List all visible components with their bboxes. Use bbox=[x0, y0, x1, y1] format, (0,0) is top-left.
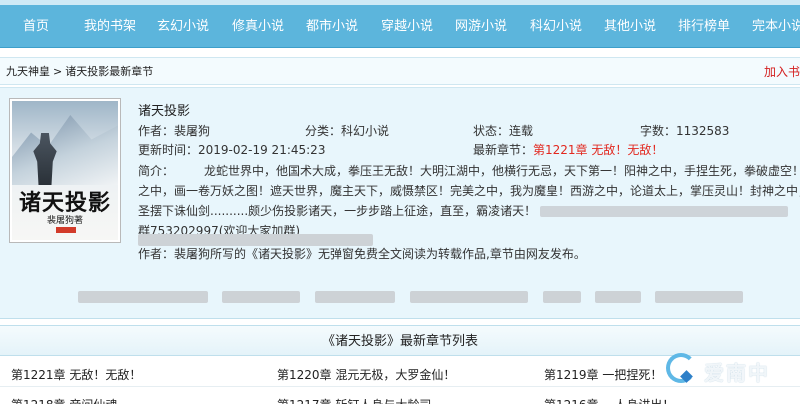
latest-chapter-label: 最新章节： bbox=[473, 143, 534, 157]
intro-text: 圣摆下诛仙剑..........颇少伤投影诸天，一步步踏上征途，直至，霸凌诸天！ bbox=[138, 204, 537, 218]
breadcrumb-current: 诸天投影最新章节 bbox=[65, 65, 154, 78]
blurred-line bbox=[138, 234, 373, 246]
nav-qita[interactable]: 其他小说 bbox=[600, 5, 660, 48]
nav-dushi[interactable]: 都市小说 bbox=[302, 5, 362, 48]
cover-art: 诸天投影 裴屠狗著 bbox=[12, 101, 118, 240]
nav-home[interactable]: 首页 bbox=[10, 5, 62, 48]
intro-label: 简介： bbox=[138, 164, 175, 178]
watermark-ring-icon bbox=[666, 353, 696, 383]
nav-bookshelf[interactable]: 我的书架 bbox=[80, 5, 140, 48]
latest-chapter-row: 最新章节：第1221章 无敌！无敌！ bbox=[473, 141, 663, 158]
disclaimer-line: 作者：裴屠狗所写的《诸天投影》无弹窗免费全文阅读为转载作品,章节由网友发布。 bbox=[138, 244, 800, 264]
book-category: 分类：科幻小说 bbox=[305, 124, 390, 138]
book-author: 作者：裴屠狗 bbox=[138, 124, 211, 138]
blurred-link bbox=[222, 291, 300, 303]
intro-text: 之中，画一卷万妖之图！遮天世界，魔主天下，威慑禁区！完美之中，我为魔皇！西游之中… bbox=[138, 184, 800, 198]
cover-mountain-image bbox=[12, 115, 118, 185]
publisher-stamp bbox=[56, 227, 76, 233]
intro-line: 圣摆下诛仙剑..........颇少伤投影诸天，一步步踏上征途，直至，霸凌诸天！ bbox=[138, 201, 800, 221]
blurred-link bbox=[410, 291, 528, 303]
book-intro: 简介： 龙蛇世界中，他国术大成，拳压王无敌！大明江湖中，他横行无忌，天下第一！阳神… bbox=[138, 161, 800, 264]
nav-xuanhuan[interactable]: 玄幻小说 bbox=[153, 5, 213, 48]
chapter-link[interactable]: 第1217章 斩钉人身与大龄司 bbox=[277, 396, 431, 404]
book-title: 诸天投影 bbox=[138, 104, 191, 119]
breadcrumb-separator: > bbox=[53, 65, 63, 78]
chapter-link[interactable]: 第1216章 一人身讲出！ bbox=[544, 396, 674, 404]
book-updated: 更新时间：2019-02-19 21:45:23 bbox=[138, 143, 326, 157]
latest-chapter-link[interactable]: 第1221章 无敌！无敌！ bbox=[533, 143, 663, 157]
breadcrumb: 九天神皇 > 诸天投影最新章节 bbox=[6, 58, 153, 86]
book-word-count: 字数：1132583 bbox=[640, 124, 730, 138]
book-disclaimer: 作者：裴屠狗所写的《诸天投影》无弹窗免费全文阅读为转载作品,章节由网友发布。 bbox=[138, 247, 586, 261]
nav-ranking[interactable]: 排行榜单 bbox=[674, 5, 734, 48]
nav-wangyou[interactable]: 网游小说 bbox=[451, 5, 511, 48]
chapter-link[interactable]: 第1221章 无敌！无敌！ bbox=[11, 366, 141, 383]
watermark-logo: 爱南中 bbox=[666, 351, 796, 391]
book-cover[interactable]: 诸天投影 裴屠狗著 bbox=[9, 98, 121, 243]
add-to-shelf-link[interactable]: 加入书 bbox=[764, 58, 800, 86]
intro-line: 之中，画一卷万妖之图！遮天世界，魔主天下，威慑禁区！完美之中，我为魔皇！西游之中… bbox=[138, 181, 800, 201]
watermark-text: 爱南中 bbox=[704, 361, 770, 385]
blurred-link bbox=[595, 291, 641, 303]
breadcrumb-bar: 九天神皇 > 诸天投影最新章节 加入书 bbox=[0, 57, 800, 85]
blurred-link bbox=[315, 291, 395, 303]
main-nav: 首页 我的书架 玄幻小说 修真小说 都市小说 穿越小说 网游小说 科幻小说 其他… bbox=[0, 5, 800, 48]
book-status: 状态：连载 bbox=[473, 124, 534, 138]
chapter-link[interactable]: 第1218章 帝问仙魂 bbox=[11, 396, 117, 404]
blurred-link bbox=[543, 291, 581, 303]
breadcrumb-site-link[interactable]: 九天神皇 bbox=[6, 65, 50, 78]
blurred-link bbox=[78, 291, 208, 303]
blurred-text bbox=[539, 206, 788, 217]
cover-author: 裴屠狗著 bbox=[46, 216, 83, 226]
nav-chuanyue[interactable]: 穿越小说 bbox=[377, 5, 437, 48]
nav-kehuan[interactable]: 科幻小说 bbox=[526, 5, 586, 48]
nav-xiuzhen[interactable]: 修真小说 bbox=[228, 5, 288, 48]
chapter-link[interactable]: 第1220章 混元无极，大罗金仙！ bbox=[277, 366, 455, 383]
nav-wanben[interactable]: 完本小说 bbox=[748, 5, 800, 48]
chapter-link[interactable]: 第1219章 一把捏死！ bbox=[544, 366, 662, 383]
intro-line: 简介： 龙蛇世界中，他国术大成，拳压王无敌！大明江湖中，他横行无忌，天下第一！阳神… bbox=[138, 161, 800, 181]
blurred-link bbox=[655, 291, 743, 303]
intro-text: 龙蛇世界中，他国术大成，拳压王无敌！大明江湖中，他横行无忌，天下第一！阳神之中，… bbox=[204, 164, 800, 178]
book-info-panel: 诸天投影 裴屠狗著 诸天投影 作者：裴屠狗 分类：科幻小说 状态：连载 字数：1… bbox=[0, 87, 800, 319]
